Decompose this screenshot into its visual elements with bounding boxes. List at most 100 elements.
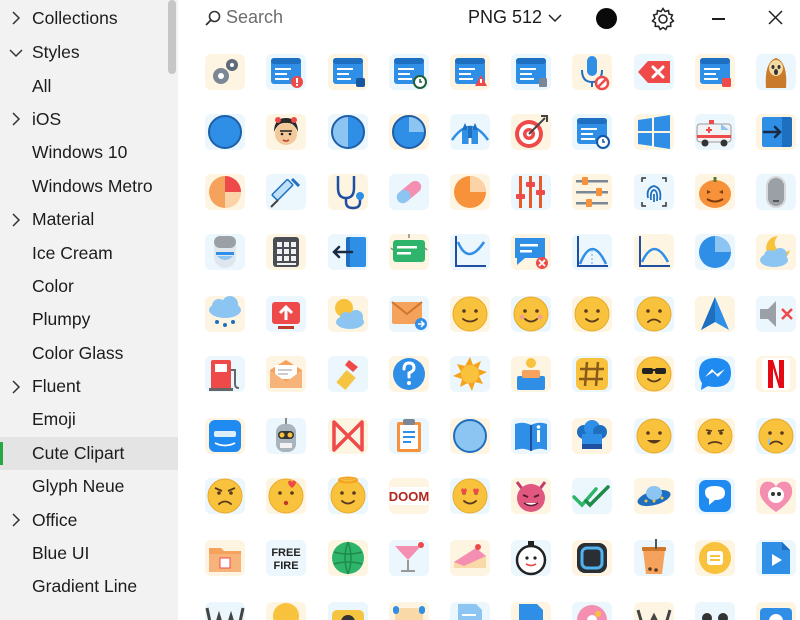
icon-cell[interactable]: [448, 170, 492, 214]
icon-cell[interactable]: FREE FIRE: [264, 536, 308, 580]
icon-cell[interactable]: [509, 536, 553, 580]
icon-cell[interactable]: [693, 230, 737, 274]
sidebar-item-windows-10[interactable]: Windows 10: [0, 136, 178, 169]
icon-cell[interactable]: [326, 414, 370, 458]
chevron-right-icon[interactable]: [9, 11, 23, 25]
icon-cell[interactable]: [326, 536, 370, 580]
icon-cell[interactable]: [632, 414, 676, 458]
icon-cell[interactable]: [570, 230, 614, 274]
icon-cell[interactable]: [203, 110, 247, 154]
sidebar-item-windows-metro[interactable]: Windows Metro: [0, 170, 178, 203]
icon-cell[interactable]: [754, 50, 798, 94]
color-swatch-button[interactable]: [596, 8, 617, 29]
icon-cell[interactable]: [509, 50, 553, 94]
close-icon[interactable]: [768, 10, 783, 25]
icon-cell[interactable]: [326, 474, 370, 518]
sidebar-item-fluent[interactable]: Fluent: [0, 370, 178, 403]
icon-cell[interactable]: [509, 414, 553, 458]
icon-cell[interactable]: [509, 110, 553, 154]
icon-cell[interactable]: [203, 50, 247, 94]
icon-cell[interactable]: [448, 230, 492, 274]
icon-cell[interactable]: [570, 474, 614, 518]
icon-cell[interactable]: [632, 230, 676, 274]
icon-cell[interactable]: [754, 110, 798, 154]
icon-cell[interactable]: [632, 50, 676, 94]
sidebar-item-gradient-line[interactable]: Gradient Line: [0, 570, 178, 603]
icon-cell[interactable]: [754, 170, 798, 214]
sidebar-item-color[interactable]: Color: [0, 270, 178, 303]
icon-cell[interactable]: [509, 230, 553, 274]
icon-cell[interactable]: [570, 292, 614, 336]
icon-cell[interactable]: [754, 414, 798, 458]
icon-cell[interactable]: [632, 474, 676, 518]
icon-cell[interactable]: [754, 292, 798, 336]
icon-cell[interactable]: [264, 170, 308, 214]
icon-cell[interactable]: [203, 474, 247, 518]
icon-cell[interactable]: [203, 414, 247, 458]
icon-cell[interactable]: [387, 292, 431, 336]
icon-cell[interactable]: [387, 110, 431, 154]
icon-cell[interactable]: [632, 110, 676, 154]
icon-cell[interactable]: [264, 474, 308, 518]
icon-cell[interactable]: [509, 474, 553, 518]
icon-cell[interactable]: [264, 292, 308, 336]
sidebar-item-material[interactable]: Material: [0, 203, 178, 236]
icon-cell[interactable]: [632, 536, 676, 580]
icon-cell[interactable]: [326, 110, 370, 154]
sidebar-item-all[interactable]: All: [0, 69, 178, 102]
icon-cell[interactable]: [448, 50, 492, 94]
icon-cell[interactable]: [509, 170, 553, 214]
icon-cell[interactable]: DOOM: [387, 474, 431, 518]
icon-cell[interactable]: [448, 474, 492, 518]
icon-cell[interactable]: [326, 50, 370, 94]
icon-cell[interactable]: [754, 352, 798, 396]
icon-cell[interactable]: [754, 536, 798, 580]
icon-cell[interactable]: [326, 352, 370, 396]
icon-cell[interactable]: [387, 230, 431, 274]
icon-cell[interactable]: [203, 598, 247, 620]
icon-cell[interactable]: [448, 110, 492, 154]
icon-cell[interactable]: [448, 598, 492, 620]
icon-cell[interactable]: [387, 170, 431, 214]
icon-cell[interactable]: [264, 414, 308, 458]
icon-cell[interactable]: [326, 598, 370, 620]
sidebar-item-color-glass[interactable]: Color Glass: [0, 337, 178, 370]
icon-cell[interactable]: [570, 598, 614, 620]
icon-cell[interactable]: [264, 598, 308, 620]
icon-cell[interactable]: [326, 230, 370, 274]
icon-cell[interactable]: [693, 50, 737, 94]
icon-cell[interactable]: [509, 598, 553, 620]
icon-cell[interactable]: [203, 536, 247, 580]
sidebar-item-ice-cream[interactable]: Ice Cream: [0, 236, 178, 269]
icon-cell[interactable]: [203, 352, 247, 396]
icon-cell[interactable]: [387, 414, 431, 458]
sidebar-item-styles[interactable]: Styles: [0, 36, 178, 69]
chevron-right-icon[interactable]: [9, 380, 23, 394]
icon-cell[interactable]: [570, 50, 614, 94]
icon-cell[interactable]: [326, 170, 370, 214]
gear-icon[interactable]: [650, 6, 676, 32]
format-dropdown[interactable]: PNG 512: [468, 7, 562, 28]
icon-cell[interactable]: [632, 352, 676, 396]
icon-cell[interactable]: [448, 352, 492, 396]
icon-cell[interactable]: [693, 536, 737, 580]
icon-cell[interactable]: [448, 536, 492, 580]
icon-cell[interactable]: [693, 110, 737, 154]
icon-cell[interactable]: [203, 230, 247, 274]
icon-cell[interactable]: [264, 110, 308, 154]
icon-cell[interactable]: [632, 598, 676, 620]
sidebar-item-glyph-neue[interactable]: Glyph Neue: [0, 470, 178, 503]
chevron-right-icon[interactable]: [9, 513, 23, 527]
icon-cell[interactable]: [570, 536, 614, 580]
icon-cell[interactable]: [693, 352, 737, 396]
chevron-right-icon[interactable]: [9, 213, 23, 227]
sidebar-item-office[interactable]: Office: [0, 503, 178, 536]
icon-cell[interactable]: [387, 352, 431, 396]
icon-cell[interactable]: [570, 110, 614, 154]
icon-cell[interactable]: [693, 414, 737, 458]
icon-cell[interactable]: [509, 292, 553, 336]
icon-cell[interactable]: [632, 292, 676, 336]
sidebar-item-plumpy[interactable]: Plumpy: [0, 303, 178, 336]
sidebar-item-ios[interactable]: iOS: [0, 103, 178, 136]
icon-cell[interactable]: [203, 292, 247, 336]
